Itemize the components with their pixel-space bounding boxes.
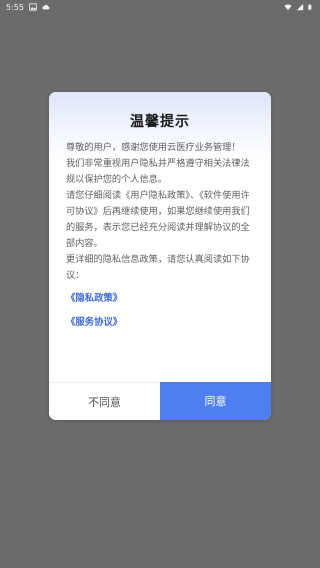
dialog-paragraph-privacy: 我们非常重视用户隐私并严格遵守相关法律法规以保护您的个人信息。 — [66, 158, 250, 185]
signal-icon — [296, 3, 304, 11]
privacy-policy-link[interactable]: 《隐私政策》 — [66, 291, 257, 307]
service-agreement-link[interactable]: 《服务协议》 — [66, 315, 257, 331]
dialog-title: 温馨提示 — [130, 114, 190, 130]
privacy-dialog: 温馨提示 尊敬的用户，感谢您使用云医疗业务管理！ 我们非常重视用户隐私并严格遵守… — [49, 92, 271, 420]
disagree-button[interactable]: 不同意 — [49, 382, 160, 420]
status-time: 5:55 — [6, 2, 24, 12]
status-bar: 5:55 — [0, 0, 320, 14]
dialog-paragraph-details: 更详细的隐私信息政策，请您认真阅读如下协议： — [66, 254, 250, 281]
dialog-paragraph-greeting: 尊敬的用户，感谢您使用云医疗业务管理！ — [66, 142, 241, 153]
status-left: 5:55 — [6, 3, 50, 12]
dialog-paragraph-read-agreements: 请您仔细阅读《用户隐私政策》、《软件使用许可协议》后再继续使用，如果您继续使用我… — [66, 190, 250, 249]
cloud-icon — [42, 4, 50, 10]
image-icon — [28, 3, 37, 11]
status-right — [284, 3, 314, 11]
wifi-icon — [284, 4, 292, 11]
dialog-body: 尊敬的用户，感谢您使用云医疗业务管理！ 我们非常重视用户隐私并严格遵守相关法律法… — [49, 140, 271, 331]
dialog-button-row: 不同意 同意 — [49, 382, 271, 420]
battery-icon — [308, 4, 312, 10]
agree-button[interactable]: 同意 — [160, 382, 271, 420]
